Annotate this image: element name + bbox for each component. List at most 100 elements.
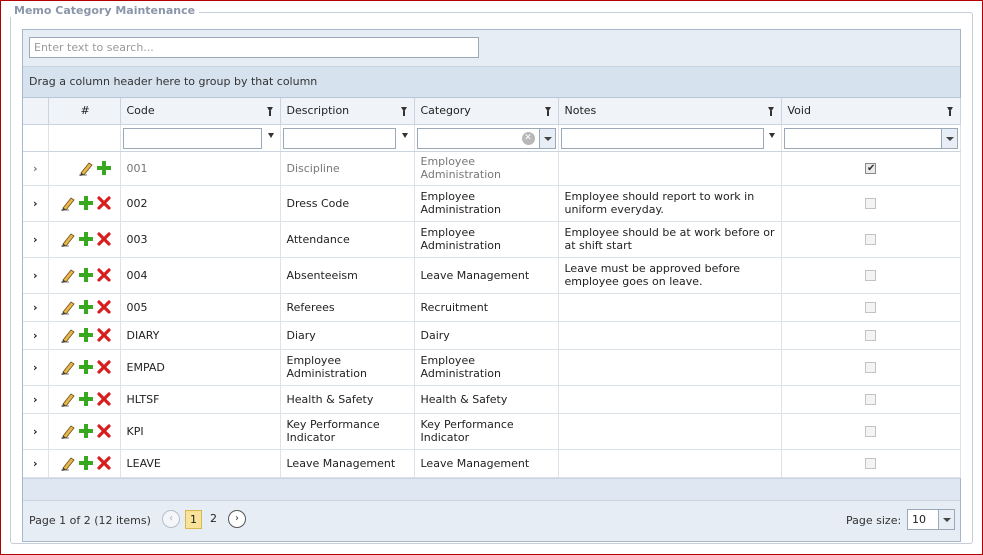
filter-icon[interactable]: [544, 107, 551, 116]
expand-row-button[interactable]: ›: [23, 349, 49, 386]
delete-icon[interactable]: [96, 391, 112, 407]
chevron-right-icon[interactable]: ›: [33, 393, 38, 406]
page-button-2[interactable]: 2: [205, 510, 222, 529]
page-button-1[interactable]: 1: [185, 510, 202, 529]
filter-icon[interactable]: [401, 132, 408, 138]
filter-icon[interactable]: [767, 107, 774, 116]
filter-icon[interactable]: [267, 132, 274, 138]
chevron-right-icon[interactable]: ›: [33, 233, 38, 246]
column-header-category[interactable]: Category: [414, 98, 559, 125]
table-row[interactable]: › KPI Key Performance Indicator Key Perform…: [23, 413, 961, 450]
void-checkbox[interactable]: [865, 426, 876, 437]
filter-icon[interactable]: [266, 107, 273, 116]
expand-row-button[interactable]: ›: [23, 221, 49, 258]
chevron-right-icon[interactable]: ›: [33, 197, 38, 210]
expand-row-button[interactable]: ›: [23, 413, 49, 450]
code-filter-input[interactable]: [122, 127, 262, 149]
chevron-down-icon[interactable]: [938, 510, 954, 529]
edit-icon[interactable]: [60, 391, 76, 407]
expand-row-button[interactable]: ›: [23, 185, 49, 222]
void-checkbox[interactable]: [865, 362, 876, 373]
add-icon[interactable]: [78, 327, 94, 343]
table-row[interactable]: › 003 Attendance Employee Administration Emp…: [23, 221, 961, 258]
delete-icon[interactable]: [96, 423, 112, 439]
description-filter-input[interactable]: [282, 127, 396, 149]
column-header-void[interactable]: Void: [781, 98, 961, 125]
add-icon[interactable]: [96, 160, 112, 176]
group-panel[interactable]: Drag a column header here to group by th…: [23, 67, 960, 98]
chevron-down-icon[interactable]: [940, 128, 957, 148]
chevron-right-icon[interactable]: ›: [33, 425, 38, 438]
add-icon[interactable]: [78, 231, 94, 247]
delete-icon[interactable]: [96, 195, 112, 211]
delete-icon[interactable]: [96, 299, 112, 315]
search-input[interactable]: [29, 37, 479, 58]
column-header-number[interactable]: #: [48, 98, 121, 125]
table-row[interactable]: › EMPAD Employee Administration Employee Ad…: [23, 349, 961, 386]
void-filter-combo[interactable]: [783, 127, 958, 149]
chevron-right-icon[interactable]: ›: [33, 329, 38, 342]
add-icon[interactable]: [78, 423, 94, 439]
filter-icon[interactable]: [400, 107, 407, 116]
table-row[interactable]: › 005 Referees Recruitment: [23, 293, 961, 322]
edit-icon[interactable]: [60, 299, 76, 315]
column-header-notes[interactable]: Notes: [558, 98, 782, 125]
chevron-right-icon[interactable]: ›: [33, 162, 38, 175]
page-size-select[interactable]: 10: [907, 509, 955, 530]
table-row[interactable]: › DIARY Diary Dairy: [23, 321, 961, 350]
expand-row-button[interactable]: ›: [23, 151, 49, 186]
add-icon[interactable]: [78, 455, 94, 471]
void-checkbox[interactable]: [865, 458, 876, 469]
column-header-code[interactable]: Code: [120, 98, 281, 125]
add-icon[interactable]: [78, 391, 94, 407]
void-checkbox[interactable]: [865, 302, 876, 313]
chevron-right-icon[interactable]: ›: [33, 457, 38, 470]
table-row[interactable]: › LEAVE Leave Management Leave Management: [23, 449, 961, 478]
void-checkbox[interactable]: [865, 330, 876, 341]
add-icon[interactable]: [78, 195, 94, 211]
expand-row-button[interactable]: ›: [23, 257, 49, 294]
void-checkbox[interactable]: [865, 198, 876, 209]
add-icon[interactable]: [78, 267, 94, 283]
notes-filter-input[interactable]: [560, 127, 764, 149]
add-icon[interactable]: [78, 359, 94, 375]
notes-cell: [558, 413, 782, 450]
edit-icon[interactable]: [60, 423, 76, 439]
category-filter-combo[interactable]: ✕: [416, 127, 556, 149]
chevron-right-icon[interactable]: ›: [33, 269, 38, 282]
table-row[interactable]: › 002 Dress Code Employee Administration Emp…: [23, 185, 961, 222]
delete-icon[interactable]: [96, 267, 112, 283]
chevron-right-icon[interactable]: ›: [228, 510, 246, 528]
chevron-right-icon[interactable]: ›: [33, 301, 38, 314]
edit-icon[interactable]: [60, 195, 76, 211]
expand-row-button[interactable]: ›: [23, 321, 49, 350]
edit-icon[interactable]: [60, 267, 76, 283]
chevron-down-icon[interactable]: [538, 128, 555, 148]
chevron-left-icon[interactable]: ‹: [162, 510, 180, 528]
table-row[interactable]: › 004 Absenteeism Leave Management Leave mus…: [23, 257, 961, 294]
edit-icon[interactable]: [60, 359, 76, 375]
edit-icon[interactable]: [60, 455, 76, 471]
filter-icon[interactable]: [768, 132, 775, 138]
edit-icon[interactable]: [60, 327, 76, 343]
table-row[interactable]: › HLTSF Health & Safety Health & Safety: [23, 385, 961, 414]
edit-icon[interactable]: [60, 231, 76, 247]
add-icon[interactable]: [78, 299, 94, 315]
delete-icon[interactable]: [96, 359, 112, 375]
chevron-right-icon[interactable]: ›: [33, 361, 38, 374]
clear-icon[interactable]: ✕: [521, 131, 535, 145]
table-row[interactable]: › 001 Discipline Employee Administration: [23, 151, 961, 186]
expand-row-button[interactable]: ›: [23, 293, 49, 322]
edit-icon[interactable]: [78, 160, 94, 176]
void-checkbox[interactable]: [865, 394, 876, 405]
filter-icon[interactable]: [946, 107, 953, 116]
void-checkbox[interactable]: [865, 234, 876, 245]
delete-icon[interactable]: [96, 455, 112, 471]
expand-row-button[interactable]: ›: [23, 449, 49, 478]
void-checkbox[interactable]: [865, 162, 876, 175]
delete-icon[interactable]: [96, 231, 112, 247]
column-header-description[interactable]: Description: [280, 98, 415, 125]
delete-icon[interactable]: [96, 327, 112, 343]
expand-row-button[interactable]: ›: [23, 385, 49, 414]
void-checkbox[interactable]: [865, 270, 876, 281]
